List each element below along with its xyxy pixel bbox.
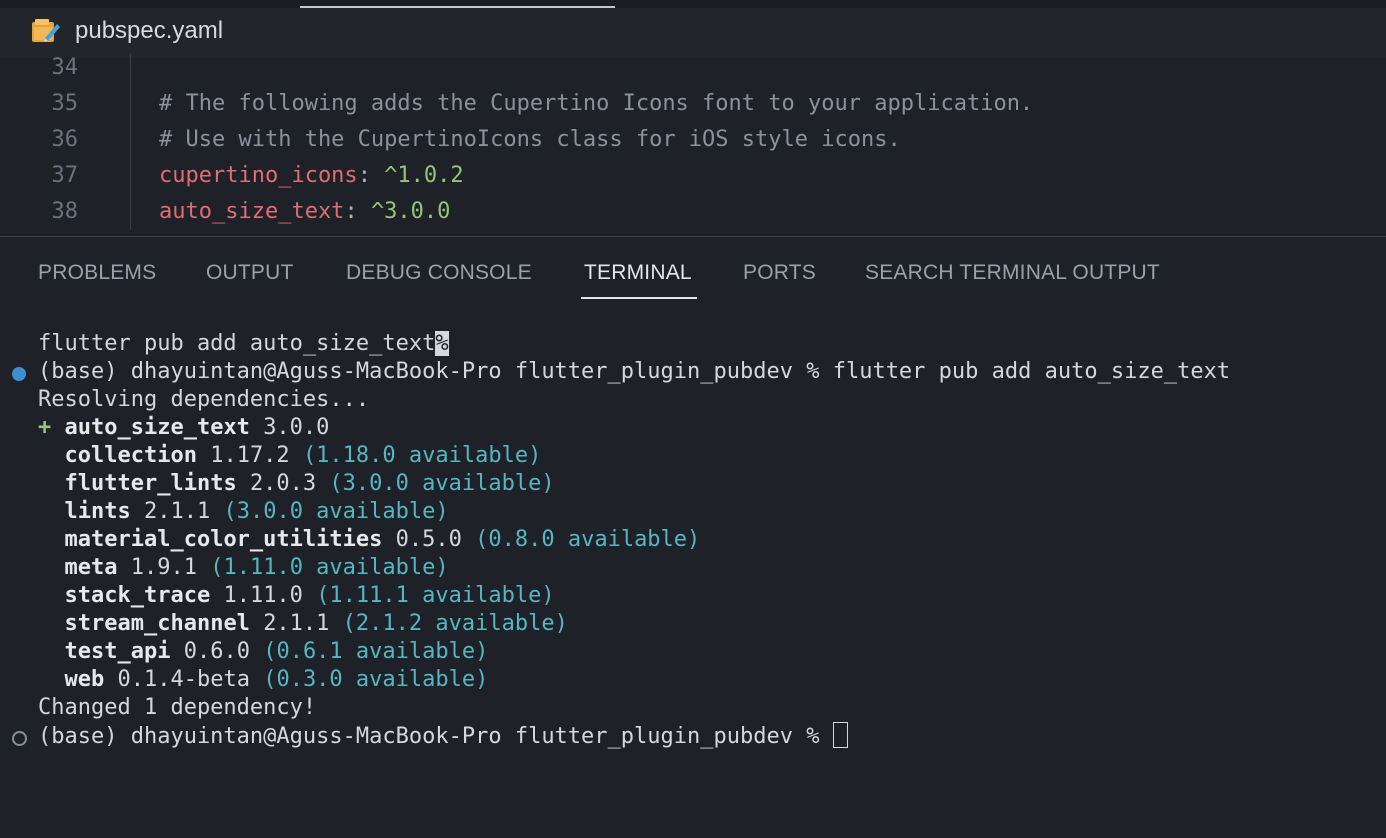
dependency-line: stack_trace 1.11.0 (1.11.1 available)	[38, 582, 555, 610]
line-number: 37	[51, 163, 79, 188]
dependency-version: 0.5.0	[395, 527, 462, 552]
terminal-prompt-line: (base) dhayuintan@Aguss-MacBook-Pro flut…	[38, 359, 1231, 384]
dependency-line: stream_channel 2.1.1 (2.1.2 available)	[38, 610, 568, 638]
token-comment: # The following adds the Cupertino Icons…	[159, 91, 1034, 116]
dependency-line: flutter_lints 2.0.3 (3.0.0 available)	[38, 470, 555, 498]
dependency-available: (3.0.0 available)	[329, 471, 555, 496]
panel-tab-bar: PROBLEMS OUTPUT DEBUG CONSOLE TERMINAL PORTS…	[0, 237, 1386, 307]
dependency-available: (2.1.2 available)	[342, 611, 568, 636]
dependency-available: (0.8.0 available)	[475, 527, 701, 552]
tab-search-terminal-output[interactable]: SEARCH TERMINAL OUTPUT	[865, 259, 1160, 287]
dependency-available: (1.11.1 available)	[316, 583, 555, 608]
code-line[interactable]: 37 cupertino_icons: ^1.0.2	[0, 158, 1386, 194]
dependency-name: meta	[64, 555, 118, 580]
code-editor[interactable]: 34 35 # The following adds the Cupertino I…	[0, 50, 1386, 236]
file-name: pubspec.yaml	[75, 17, 224, 44]
terminal-prompt-line: (base) dhayuintan@Aguss-MacBook-Pro flut…	[38, 722, 848, 750]
token-val: ^3.0.0	[370, 199, 451, 224]
dependency-name: collection	[64, 443, 197, 468]
terminal-line: flutter pub add auto_size_text%	[38, 331, 449, 356]
editor-tab-bar	[0, 0, 1386, 8]
terminal-line: Resolving dependencies...	[38, 387, 370, 412]
terminal[interactable]: flutter pub add auto_size_text% (base) d…	[0, 318, 1386, 838]
dependency-line: lints 2.1.1 (3.0.0 available)	[38, 498, 449, 526]
terminal-added-line: + auto_size_text 3.0.0	[38, 415, 330, 440]
code-text: cupertino_icons: ^1.0.2	[159, 158, 464, 194]
token-punct: :	[357, 163, 385, 188]
token-comment: # Use with the CupertinoIcons class for …	[159, 127, 901, 152]
terminal-line: Changed 1 dependency!	[38, 695, 317, 720]
tab-ports[interactable]: PORTS	[743, 259, 816, 287]
dependency-version: 2.1.1	[263, 611, 330, 636]
command-decoration-success[interactable]	[12, 367, 26, 381]
tab-terminal[interactable]: TERMINAL	[581, 259, 697, 299]
dependency-name: material_color_utilities	[64, 527, 383, 552]
dependency-line: collection 1.17.2 (1.18.0 available)	[38, 442, 542, 470]
code-line[interactable]: 35 # The following adds the Cupertino Ico…	[0, 86, 1386, 122]
code-line[interactable]: 34	[0, 50, 1386, 86]
code-text: auto_size_text: ^3.0.0	[159, 194, 450, 230]
dependency-name: stream_channel	[64, 611, 250, 636]
dependency-version: 2.0.3	[249, 471, 317, 496]
dependency-available: (1.18.0 available)	[302, 443, 542, 468]
yaml-file-icon	[32, 19, 60, 42]
code-text: # Use with the CupertinoIcons class for …	[159, 122, 901, 158]
dependency-available: (1.11.0 available)	[210, 555, 449, 580]
line-number: 34	[51, 55, 79, 80]
tab-output[interactable]: OUTPUT	[206, 259, 294, 287]
token-val: ^1.0.2	[384, 163, 464, 188]
code-text: # The following adds the Cupertino Icons…	[159, 86, 1033, 122]
dependency-line: meta 1.9.1 (1.11.0 available)	[38, 554, 449, 582]
dependency-line: test_api 0.6.0 (0.6.1 available)	[38, 638, 489, 666]
dependency-name: lints	[64, 499, 131, 524]
dependency-version: 0.6.0	[183, 639, 250, 664]
tab-debug-console[interactable]: DEBUG CONSOLE	[346, 259, 532, 287]
dependency-name: stack_trace	[64, 583, 211, 608]
dependency-version: 1.9.1	[130, 555, 197, 580]
line-number: 35	[51, 91, 79, 116]
terminal-cursor	[832, 722, 848, 748]
dependency-name: flutter_lints	[64, 471, 237, 496]
dependency-available: (0.6.1 available)	[263, 639, 489, 664]
dependency-line: material_color_utilities 0.5.0 (0.8.0 av…	[38, 526, 701, 554]
dependency-name: web	[64, 667, 105, 692]
line-number: 36	[51, 127, 79, 152]
dependency-name: test_api	[64, 639, 171, 664]
tab-problems[interactable]: PROBLEMS	[38, 259, 156, 287]
line-number: 38	[51, 199, 79, 224]
token-key: cupertino_icons	[159, 163, 358, 188]
dependency-line: web 0.1.4-beta (0.3.0 available)	[38, 666, 489, 694]
code-line[interactable]: 38 auto_size_text: ^3.0.0	[0, 194, 1386, 230]
command-decoration-pending[interactable]	[12, 731, 27, 746]
code-line[interactable]: 36 # Use with the CupertinoIcons class fo…	[0, 122, 1386, 158]
token-key: auto_size_text	[159, 199, 345, 224]
dependency-version: 1.11.0	[223, 583, 303, 608]
token-punct: :	[344, 199, 371, 224]
dependency-version: 2.1.1	[143, 499, 211, 524]
dependency-version: 1.17.2	[210, 443, 290, 468]
dependency-version: 0.1.4-beta	[117, 667, 250, 692]
dependency-available: (0.3.0 available)	[263, 667, 489, 692]
dependency-available: (3.0.0 available)	[223, 499, 449, 524]
partial-line-marker: %	[435, 331, 449, 356]
